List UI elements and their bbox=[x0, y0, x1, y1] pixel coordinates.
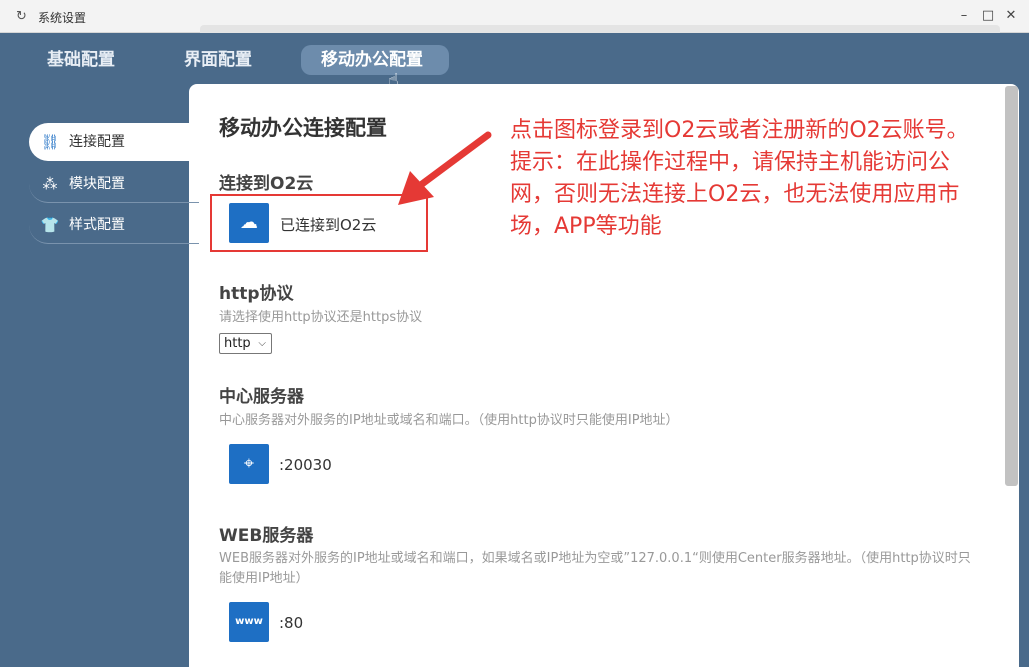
cloud-status-label[interactable]: 已连接到O2云 bbox=[280, 214, 376, 235]
tab-basic-config[interactable]: 基础配置 bbox=[27, 45, 135, 75]
annotation-arrow-icon bbox=[398, 131, 492, 205]
minimize-button[interactable]: – bbox=[955, 7, 973, 25]
http-section-heading: http协议 bbox=[219, 284, 294, 304]
cloud-icon[interactable]: ☁ bbox=[229, 203, 269, 243]
title-bar: ↻ 系统设置 – □ ✕ bbox=[0, 0, 1029, 33]
tab-ui-config[interactable]: 界面配置 bbox=[164, 45, 272, 75]
window-title: 系统设置 bbox=[38, 11, 87, 25]
annotation-line-1: 点击图标登录到O2云或者注册新的O2云账号。 bbox=[510, 118, 969, 143]
center-server-description: 中心服务器对外服务的IP地址或域名和端口。（使用http协议时只能使用IP地址） bbox=[219, 413, 679, 428]
sidebar-item-style[interactable]: 👕 样式配置 bbox=[29, 206, 199, 244]
close-button[interactable]: ✕ bbox=[1002, 7, 1020, 25]
cloud-section-heading: 连接到O2云 bbox=[219, 174, 314, 194]
web-server-address[interactable]: :80 bbox=[279, 614, 303, 632]
refresh-icon: ↻ bbox=[16, 9, 27, 24]
http-description: 请选择使用http协议还是https协议 bbox=[219, 310, 423, 325]
www-globe-icon[interactable]: www bbox=[229, 602, 269, 642]
chevron-down-icon: ⌵ bbox=[258, 338, 266, 349]
vertical-scrollbar[interactable] bbox=[1005, 86, 1018, 486]
maximize-button[interactable]: □ bbox=[979, 7, 997, 25]
sidebar-item-label: 样式配置 bbox=[69, 217, 125, 233]
protocol-select[interactable]: http ⌵ bbox=[219, 333, 272, 354]
center-server-heading: 中心服务器 bbox=[219, 387, 304, 407]
tab-mobile-office-config[interactable]: 移动办公配置 bbox=[301, 45, 449, 75]
crosshair-icon[interactable]: ⌖ bbox=[229, 444, 269, 484]
center-server-address[interactable]: :20030 bbox=[279, 456, 332, 474]
protocol-select-value: http bbox=[224, 336, 251, 351]
sidebar-item-label: 模块配置 bbox=[69, 176, 125, 192]
sidebar-item-modules[interactable]: ⁂ 模块配置 bbox=[29, 165, 199, 203]
annotation-line-2: 提示：在此操作过程中，请保持主机能访问公网，否则无法连接上O2云，也无法使用应用… bbox=[510, 150, 960, 239]
web-server-description: WEB服务器对外服务的IP地址或域名和端口，如果域名或IP地址为空或”127.0… bbox=[219, 551, 971, 586]
sidebar-item-connection[interactable]: ⛓ 连接配置 bbox=[29, 123, 199, 161]
page-title: 移动办公连接配置 bbox=[219, 116, 387, 140]
modules-icon: ⁂ bbox=[42, 175, 58, 193]
shirt-icon: 👕 bbox=[40, 216, 60, 234]
link-icon: ⛓ bbox=[40, 133, 60, 151]
title-strip bbox=[200, 25, 1000, 33]
annotation-text: 点击图标登录到O2云或者注册新的O2云账号。 提示：在此操作过程中，请保持主机能… bbox=[510, 115, 985, 243]
sidebar-item-label: 连接配置 bbox=[69, 134, 125, 150]
web-server-heading: WEB服务器 bbox=[219, 526, 314, 546]
